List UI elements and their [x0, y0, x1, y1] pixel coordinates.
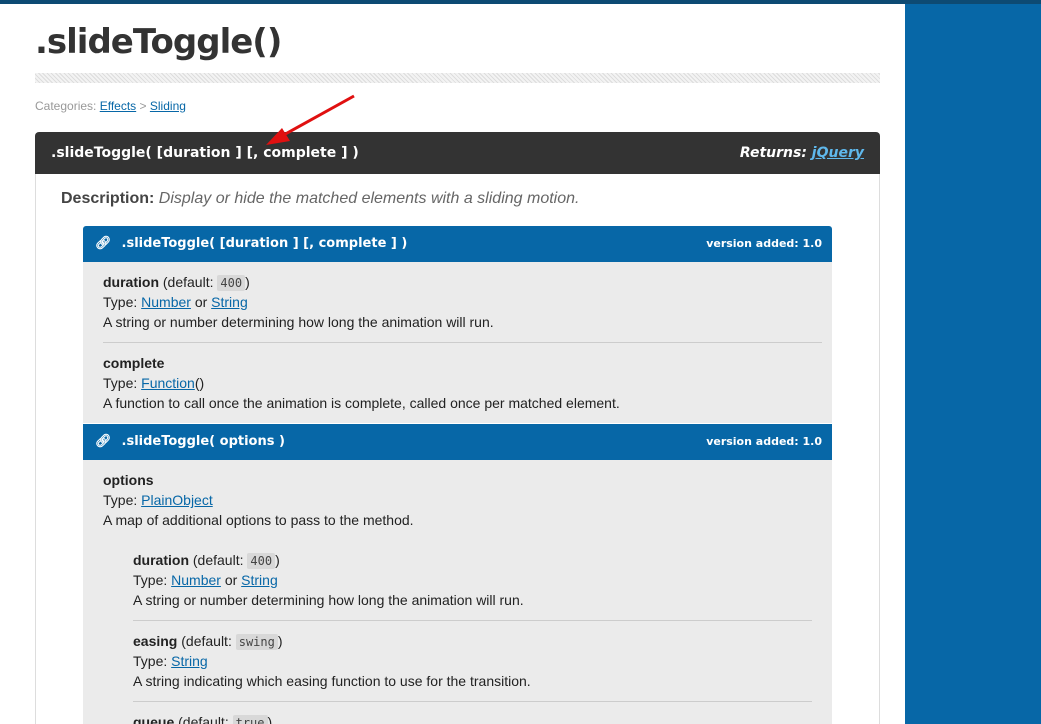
param-name: options [103, 472, 154, 488]
param-name: queue [133, 714, 175, 724]
param-description: A string indicating which easing functio… [133, 673, 531, 689]
category-effects-link[interactable]: Effects [100, 99, 136, 113]
nested-options: duration (default: 400) Type: Number or … [103, 540, 822, 724]
divider [35, 73, 880, 83]
default-label: (default: [162, 274, 214, 290]
default-label: (default: [178, 714, 229, 724]
type-number-link[interactable]: Number [171, 572, 221, 588]
or-text: or [224, 572, 238, 588]
type-number-link[interactable]: Number [141, 294, 191, 310]
category-sliding-link[interactable]: Sliding [150, 99, 186, 113]
signature-block-2: 🔗︎ .slideToggle( options ) version added:… [83, 424, 832, 724]
param-description: A string or number determining how long … [103, 314, 494, 330]
type-string-link[interactable]: String [241, 572, 278, 588]
signature-2-params: options Type: PlainObject A map of addit… [83, 460, 832, 724]
or-text: or [194, 294, 208, 310]
signature-2-title: .slideToggle( options ) [121, 434, 285, 449]
option-duration: duration (default: 400) Type: Number or … [133, 540, 812, 621]
returns-label: Returns: [739, 145, 807, 161]
signature-2-header: 🔗︎ .slideToggle( options ) version added:… [83, 424, 832, 460]
description: Description: Display or hide the matched… [61, 190, 579, 208]
default-value: swing [235, 634, 278, 650]
link-icon[interactable]: 🔗︎ [95, 434, 112, 449]
type-function-link[interactable]: Function [141, 375, 195, 391]
param-options: options Type: PlainObject A map of addit… [103, 460, 822, 540]
param-name: complete [103, 355, 165, 371]
description-label: Description: [61, 190, 155, 207]
param-description: A function to call once the animation is… [103, 395, 620, 411]
type-string-link[interactable]: String [211, 294, 248, 310]
returns-jquery-link[interactable]: jQuery [812, 145, 864, 161]
page: .slideToggle() Categories: Effects > Sli… [0, 4, 905, 724]
signature-1-header: 🔗︎ .slideToggle( [duration ] [, complete … [83, 226, 832, 262]
categories-label: Categories: [35, 99, 97, 113]
default-label: (default: [192, 552, 244, 568]
param-name: easing [133, 633, 178, 649]
param-description: A string or number determining how long … [133, 592, 524, 608]
signature-header: .slideToggle( [duration ] [, complete ] … [35, 132, 880, 174]
param-name: duration [133, 552, 189, 568]
version-added: version added: 1.0 [706, 237, 822, 250]
default-label: (default: [181, 633, 232, 649]
default-value: 400 [247, 553, 276, 569]
signature-1-params: duration (default: 400) Type: Number or … [83, 262, 832, 423]
option-easing: easing (default: swing) Type: String A s… [133, 621, 812, 702]
type-label: Type: [103, 375, 138, 391]
type-label: Type: [103, 294, 138, 310]
returns: Returns: jQuery [740, 145, 864, 161]
version-added: version added: 1.0 [706, 435, 822, 448]
type-plainobject-link[interactable]: PlainObject [141, 492, 213, 508]
signature-1-title: .slideToggle( [duration ] [, complete ] … [121, 236, 408, 251]
type-label: Type: [133, 572, 168, 588]
default-value: true [232, 715, 268, 724]
entry-body: Description: Display or hide the matched… [35, 174, 880, 724]
link-icon[interactable]: 🔗︎ [95, 236, 112, 251]
breadcrumb: Categories: Effects > Sliding [35, 99, 186, 113]
type-suffix: () [194, 375, 205, 391]
default-value: 400 [217, 275, 246, 291]
signature-text: .slideToggle( [duration ] [, complete ] … [51, 145, 359, 161]
page-title: .slideToggle() [35, 22, 282, 62]
option-queue: queue (default: true) [133, 702, 812, 724]
type-string-link[interactable]: String [171, 653, 208, 669]
type-label: Type: [133, 653, 168, 669]
breadcrumb-separator: > [139, 99, 147, 113]
signature-block-1: 🔗︎ .slideToggle( [duration ] [, complete … [83, 226, 832, 423]
param-name: duration [103, 274, 159, 290]
param-complete: complete Type: Function() A function to … [103, 343, 822, 423]
param-description: A map of additional options to pass to t… [103, 512, 414, 528]
type-label: Type: [103, 492, 138, 508]
param-duration: duration (default: 400) Type: Number or … [103, 262, 822, 343]
description-text: Display or hide the matched elements wit… [158, 190, 580, 207]
